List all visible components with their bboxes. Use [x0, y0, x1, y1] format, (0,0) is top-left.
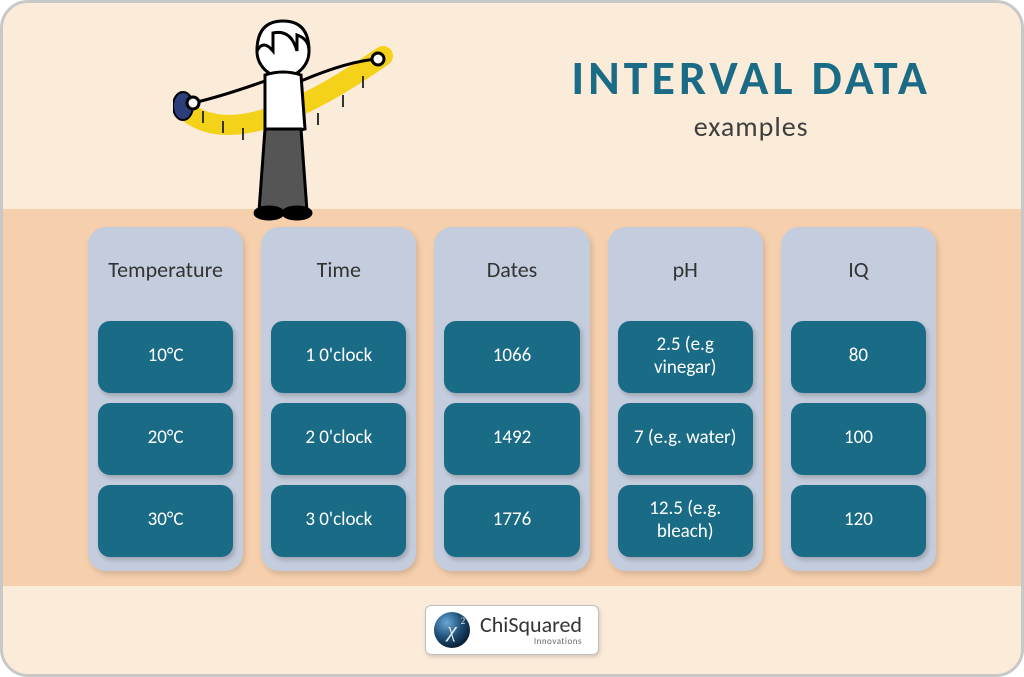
example-chip: 1066 [444, 321, 579, 393]
example-chip: 1776 [444, 485, 579, 557]
example-chip: 2 0'clock [271, 403, 406, 475]
example-chip: 12.5 (e.g. bleach) [618, 485, 753, 557]
diagram-frame: INTERVAL DATA examples Temperature 10°C … [0, 0, 1024, 677]
title-block: INTERVAL DATA examples [571, 48, 931, 144]
example-chip: 3 0'clock [271, 485, 406, 557]
example-chip: 2.5 (e.g vinegar) [618, 321, 753, 393]
svg-text:χ: χ [445, 617, 458, 642]
example-chip: 7 (e.g. water) [618, 403, 753, 475]
example-chip: 100 [791, 403, 926, 475]
examples-row: Temperature 10°C 20°C 30°C Time 1 0'cloc… [3, 209, 1021, 586]
header: INTERVAL DATA examples [3, 3, 1021, 209]
card-title: Time [271, 243, 406, 297]
svg-text:2: 2 [461, 616, 466, 626]
card-title: Temperature [98, 243, 233, 297]
footer: χ 2 ChiSquared Innovations [3, 586, 1021, 674]
brand-name: ChiSquared [480, 611, 582, 638]
brand-text: ChiSquared Innovations [480, 614, 582, 646]
example-chip: 10°C [98, 321, 233, 393]
measuring-person-illustration [173, 11, 403, 221]
example-chip: 20°C [98, 403, 233, 475]
brand-tagline: Innovations [480, 637, 582, 646]
card-title: pH [618, 243, 753, 297]
chi-squared-logo-icon: χ 2 [432, 610, 472, 650]
card-iq: IQ 80 100 120 [781, 227, 936, 571]
card-temperature: Temperature 10°C 20°C 30°C [88, 227, 243, 571]
page-title: INTERVAL DATA [571, 48, 931, 107]
card-ph: pH 2.5 (e.g vinegar) 7 (e.g. water) 12.5… [608, 227, 763, 571]
example-chip: 80 [791, 321, 926, 393]
card-time: Time 1 0'clock 2 0'clock 3 0'clock [261, 227, 416, 571]
example-chip: 30°C [98, 485, 233, 557]
card-title: IQ [791, 243, 926, 297]
example-chip: 1492 [444, 403, 579, 475]
example-chip: 120 [791, 485, 926, 557]
page-subtitle: examples [571, 109, 931, 144]
example-chip: 1 0'clock [271, 321, 406, 393]
brand-badge: χ 2 ChiSquared Innovations [425, 605, 599, 655]
card-title: Dates [444, 243, 579, 297]
card-dates: Dates 1066 1492 1776 [434, 227, 589, 571]
